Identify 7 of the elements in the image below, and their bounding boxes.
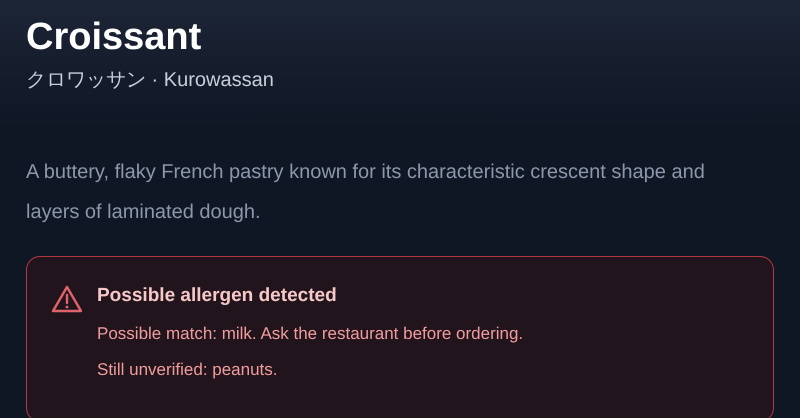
dish-subtitle: クロワッサン · Kurowassan (26, 68, 274, 93)
alert-title: Possible allergen detected (97, 284, 337, 308)
dish-title: Croissant (26, 15, 202, 60)
alert-text: Still unverified: peanuts. (97, 359, 278, 381)
description: A buttery, flaky French pastry known for its characteristic crescent shape and layers of laminated dough. (26, 160, 706, 225)
warning-icon (51, 285, 83, 313)
alert-text: Possible match: milk. Ask the restaurant before ordering. (97, 323, 524, 345)
